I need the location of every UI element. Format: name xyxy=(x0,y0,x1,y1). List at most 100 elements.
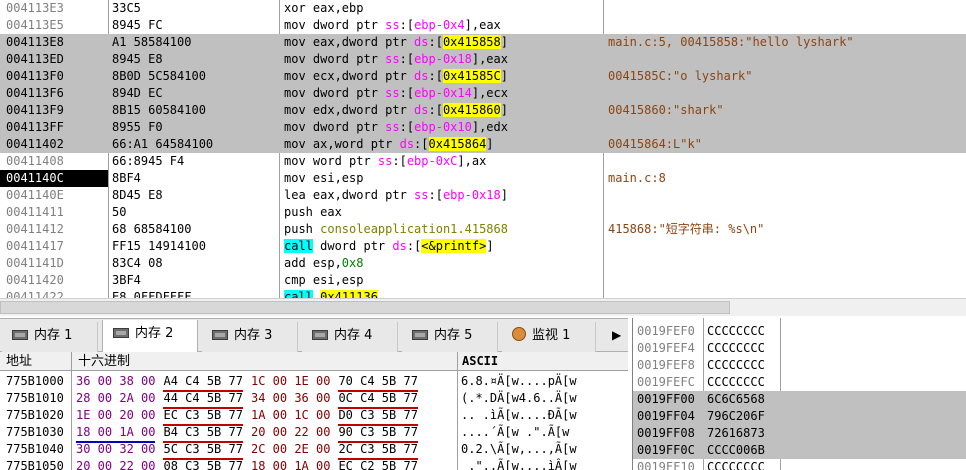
dump-row[interactable]: 775B1020 1E 00 20 00 EC C3 5B 77 1A 00 1C 0… xyxy=(0,407,628,426)
disasm-row[interactable]: 00411420 3BF4 cmp esi,esp xyxy=(0,272,966,289)
instruction-bytes: 8945 E8 xyxy=(112,52,163,66)
disasm-row[interactable]: 0041141D 83C4 08 add esp,0x8 xyxy=(0,255,966,272)
memory-icon xyxy=(312,330,328,340)
instruction-address: 00411411 xyxy=(6,205,64,219)
watch-icon xyxy=(512,327,526,341)
disasm-row[interactable]: 004113E3 33C5 xor eax,ebp xyxy=(0,0,966,17)
stack-value: CCCCCCCC xyxy=(707,324,765,338)
dump-ascii: ."..Ã[w....ìÂ[w xyxy=(461,459,577,470)
disasm-row[interactable]: 004113FF 8955 F0 mov dword ptr ss:[ebp-0x1… xyxy=(0,119,966,136)
instruction-bytes: E8 0FFDFFFF xyxy=(112,290,192,298)
instruction-comment: main.c:5, 00415858:"hello lyshark" xyxy=(608,35,854,49)
stack-row[interactable]: 0019FEF4 CCCCCCCC xyxy=(633,340,966,357)
dump-tab-bar: 内存 1 内存 2 内存 3 内存 4 内存 5 监视 1 xyxy=(0,318,628,353)
instruction-text: mov word ptr ss:[ebp-0xC],ax xyxy=(284,154,487,168)
dump-row[interactable]: 775B1050 20 00 22 00 08 C3 5B 77 18 00 1A 0… xyxy=(0,458,628,470)
tab-内存-1[interactable]: 内存 1 xyxy=(2,322,98,352)
hex-group: 08 C3 5B 77 xyxy=(163,458,242,470)
dump-row[interactable]: 775B1010 28 00 2A 00 44 C4 5B 77 34 00 36 0… xyxy=(0,390,628,409)
tab-内存-2[interactable]: 内存 2 xyxy=(102,320,198,353)
memory-icon xyxy=(212,330,228,340)
disasm-row[interactable]: 00411411 50 push eax xyxy=(0,204,966,221)
disasm-row[interactable]: 00411402 66:A1 64584100 mov ax,word ptr ds… xyxy=(0,136,966,153)
memory-icon xyxy=(113,328,129,338)
dump-address: 775B1020 xyxy=(6,408,64,422)
instruction-bytes: A1 58584100 xyxy=(112,35,192,49)
dump-row[interactable]: 775B1030 18 00 1A 00 B4 C3 5B 77 20 00 22 0… xyxy=(0,424,628,443)
disasm-row[interactable]: 004113E5 8945 FC mov dword ptr ss:[ebp-0x4… xyxy=(0,17,966,34)
tab-监视-1[interactable]: 监视 1 xyxy=(502,322,596,352)
dump-row[interactable]: 775B1040 30 00 32 00 5C C3 5B 77 2C 00 2E 0… xyxy=(0,441,628,460)
disasm-row[interactable]: 0041140C 8BF4 mov esi,esp main.c:8 xyxy=(0,170,966,187)
instruction-bytes: 66:A1 64584100 xyxy=(112,137,214,151)
instruction-text: mov ecx,dword ptr ds:[0x41585C] xyxy=(284,69,508,83)
stack-row[interactable]: 0019FEFC CCCCCCCC xyxy=(633,374,966,391)
dump-address: 775B1050 xyxy=(6,459,64,470)
disasm-row[interactable]: 00411412 68 68584100 push consoleapplicati… xyxy=(0,221,966,238)
instruction-address: 00411417 xyxy=(6,239,64,253)
stack-address: 0019FEF4 xyxy=(637,341,695,355)
instruction-bytes: 8945 FC xyxy=(112,18,163,32)
tab-内存-5[interactable]: 内存 5 xyxy=(402,322,498,352)
disasm-row[interactable]: 004113ED 8945 E8 mov dword ptr ss:[ebp-0x1… xyxy=(0,51,966,68)
instruction-text: push consoleapplication1.415868 xyxy=(284,222,508,236)
stack-value: CCCCCCCC xyxy=(707,460,765,470)
instruction-address: 004113E3 xyxy=(6,1,64,15)
stack-address: 0019FF00 xyxy=(637,392,695,406)
header-hex: 十六进制 xyxy=(78,354,131,369)
instruction-address: 004113ED xyxy=(6,52,64,66)
dump-row[interactable]: 775B1000 36 00 38 00 A4 C4 5B 77 1C 00 1E 0… xyxy=(0,373,628,392)
stack-address: 0019FF04 xyxy=(637,409,695,423)
memory-icon xyxy=(12,330,28,340)
instruction-text: mov dword ptr ss:[ebp-0x14],ecx xyxy=(284,86,508,100)
disasm-row[interactable]: 004113F9 8B15 60584100 mov edx,dword ptr d… xyxy=(0,102,966,119)
tab-label: 内存 5 xyxy=(434,328,473,343)
instruction-comment: main.c:8 xyxy=(608,171,666,185)
stack-value: CCCCCCCC xyxy=(707,375,765,389)
stack-row[interactable]: 0019FF00 6C6C6568 xyxy=(633,391,966,408)
instruction-address: 004113F6 xyxy=(6,86,64,100)
instruction-text: xor eax,ebp xyxy=(284,1,364,15)
stack-value: 796C206F xyxy=(707,409,765,423)
stack-address: 0019FF0C xyxy=(637,443,695,457)
instruction-text: add esp,0x8 xyxy=(284,256,364,270)
memory-dump-view[interactable]: 地址 十六进制 ASCII 775B1000 36 00 38 00 A4 C4 5… xyxy=(0,352,628,470)
disasm-row[interactable]: 00411417 FF15 14914100 call dword ptr ds:[… xyxy=(0,238,966,255)
stack-row[interactable]: 0019FEF8 CCCCCCCC xyxy=(633,357,966,374)
disasm-row[interactable]: 00411422 E8 0FFDFFFF call 0x411136 xyxy=(0,289,966,298)
instruction-bytes: 8B0D 5C584100 xyxy=(112,69,206,83)
hex-group: 34 00 36 00 xyxy=(250,391,331,405)
disasm-row[interactable]: 004113F6 894D EC mov dword ptr ss:[ebp-0x1… xyxy=(0,85,966,102)
instruction-address: 0041141D xyxy=(6,256,64,270)
instruction-bytes: 8B15 60584100 xyxy=(112,103,206,117)
instruction-address: 004113F0 xyxy=(6,69,64,83)
dump-hex-bytes: 20 00 22 00 08 C3 5B 77 18 00 1A 00 EC C2 5… xyxy=(76,458,456,470)
header-address: 地址 xyxy=(6,354,33,369)
stack-row[interactable]: 0019FEF0 CCCCCCCC xyxy=(633,323,966,340)
disassembly-view[interactable]: 004113E3 33C5 xor eax,ebp 004113E5 8945 FC mo… xyxy=(0,0,966,298)
stack-row[interactable]: 0019FF04 796C206F xyxy=(633,408,966,425)
dump-ascii: (.*.DÄ[w4.6..Ä[w xyxy=(461,391,577,405)
scrollbar-thumb[interactable] xyxy=(0,301,730,314)
dump-header: 地址 十六进制 ASCII xyxy=(0,352,628,371)
tab-内存-3[interactable]: 内存 3 xyxy=(202,322,298,352)
tab-内存-4[interactable]: 内存 4 xyxy=(302,322,398,352)
disasm-row[interactable]: 004113F0 8B0D 5C584100 mov ecx,dword ptr d… xyxy=(0,68,966,85)
disasm-row[interactable]: 0041140E 8D45 E8 lea eax,dword ptr ss:[ebp… xyxy=(0,187,966,204)
disassembly-horizontal-scrollbar[interactable] xyxy=(0,298,966,316)
disasm-row[interactable]: 004113E8 A1 58584100 mov eax,dword ptr ds:… xyxy=(0,34,966,51)
instruction-address: 00411422 xyxy=(6,290,64,298)
stack-row[interactable]: 0019FF0C CCCC006B xyxy=(633,442,966,459)
stack-row[interactable]: 0019FF08 72616873 xyxy=(633,425,966,442)
stack-view[interactable]: 0019FEF0 CCCCCCCC 0019FEF4 CCCCCCCC 0019FEF8… xyxy=(632,318,966,470)
stack-row[interactable]: 0019FF10 CCCCCCCC xyxy=(633,459,966,470)
dump-ascii: 6.8.¤Ä[w....pÄ[w xyxy=(461,374,577,388)
instruction-text: push eax xyxy=(284,205,342,219)
stack-nav-arrow-icon[interactable]: ▶ xyxy=(612,328,626,344)
instruction-bytes: 83C4 08 xyxy=(112,256,163,270)
disasm-row[interactable]: 00411408 66:8945 F4 mov word ptr ss:[ebp-0… xyxy=(0,153,966,170)
hex-group: 2C 00 2E 00 xyxy=(250,442,331,456)
dump-ascii: ....´Ã[w .".Ã[w xyxy=(461,425,570,439)
hex-group: 20 00 22 00 xyxy=(76,459,156,470)
instruction-address: 00411420 xyxy=(6,273,64,287)
